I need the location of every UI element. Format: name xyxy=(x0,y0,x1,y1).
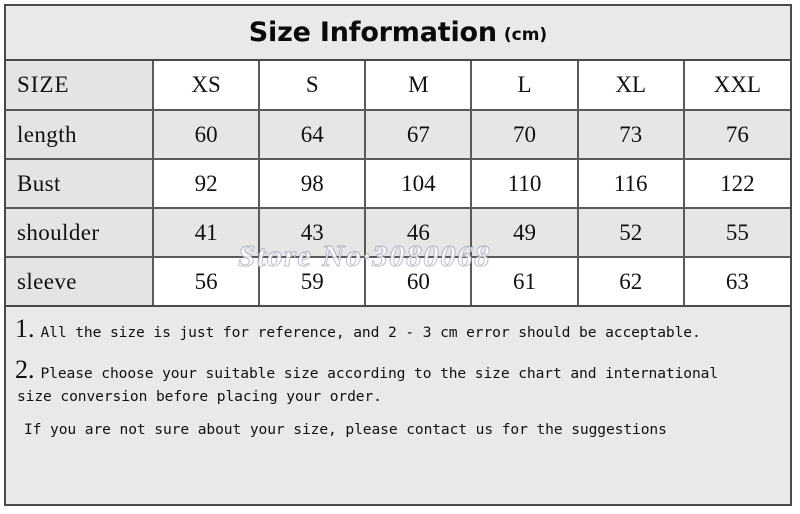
note-spacer xyxy=(15,345,781,357)
cell-length-s: 64 xyxy=(259,110,367,160)
note-spacer xyxy=(15,409,781,421)
size-information-table: SIZE XS S M L XL XXL length 60 64 67 70 … xyxy=(6,61,790,307)
header-cell-s: S xyxy=(259,61,367,111)
cell-sleeve-xs: 56 xyxy=(153,257,261,307)
cell-length-m: 67 xyxy=(365,110,473,160)
table-row: Bust 92 98 104 110 116 122 xyxy=(6,159,790,209)
cell-bust-xl: 116 xyxy=(577,159,685,209)
row-label-sleeve: sleeve xyxy=(6,257,154,307)
note-1-text: All the size is just for reference, and … xyxy=(40,324,701,341)
note-contact-text: If you are not sure about your size, ple… xyxy=(24,421,667,439)
row-label-length: length xyxy=(6,110,154,160)
note-item-2: 2. Please choose your suitable size acco… xyxy=(15,357,781,384)
cell-bust-xs: 92 xyxy=(153,159,261,209)
table-row: shoulder 41 43 46 49 52 55 xyxy=(6,208,790,258)
header-cell-xs: XS xyxy=(153,61,261,111)
table-row: sleeve 56 59 60 61 62 63 xyxy=(6,257,790,307)
table-header-row: SIZE XS S M L XL XXL xyxy=(6,61,790,111)
cell-length-xs: 60 xyxy=(153,110,261,160)
cell-sleeve-m: 60 xyxy=(365,257,473,307)
cell-shoulder-s: 43 xyxy=(259,208,367,258)
cell-sleeve-l: 61 xyxy=(471,257,579,307)
note-item-1: 1. All the size is just for reference, a… xyxy=(15,316,781,343)
chart-title-band: Size Information (cm) xyxy=(6,6,790,61)
row-label-bust: Bust xyxy=(6,159,154,209)
note-2-continuation: size conversion before placing your orde… xyxy=(17,388,382,406)
cell-length-xxl: 76 xyxy=(683,110,790,160)
cell-shoulder-xs: 41 xyxy=(153,208,261,258)
cell-sleeve-xxl: 63 xyxy=(683,257,790,307)
header-cell-xxl: XXL xyxy=(683,61,790,111)
size-chart-container: Size Information (cm) SIZE XS S M L XL X… xyxy=(4,4,792,506)
cell-length-xl: 73 xyxy=(577,110,685,160)
cell-sleeve-xl: 62 xyxy=(577,257,685,307)
cell-length-l: 70 xyxy=(471,110,579,160)
cell-bust-l: 110 xyxy=(471,159,579,209)
cell-shoulder-m: 46 xyxy=(365,208,473,258)
cell-sleeve-s: 59 xyxy=(259,257,367,307)
cell-shoulder-xl: 52 xyxy=(577,208,685,258)
title-unit-label: (cm) xyxy=(503,24,548,45)
header-cell-xl: XL xyxy=(577,61,685,111)
cell-bust-m: 104 xyxy=(365,159,473,209)
note-2-number: 2. xyxy=(15,355,35,385)
header-cell-size: SIZE xyxy=(6,61,154,111)
page-title: Size Information xyxy=(248,17,497,48)
table-row: length 60 64 67 70 73 76 xyxy=(6,110,790,160)
note-2-text: Please choose your suitable size accordi… xyxy=(40,365,719,383)
cell-shoulder-xxl: 55 xyxy=(683,208,790,258)
notes-section: 1. All the size is just for reference, a… xyxy=(6,307,790,500)
cell-bust-xxl: 122 xyxy=(683,159,790,209)
cell-bust-s: 98 xyxy=(259,159,367,209)
header-cell-l: L xyxy=(471,61,579,111)
note-1-number: 1. xyxy=(15,314,35,343)
cell-shoulder-l: 49 xyxy=(471,208,579,258)
header-cell-m: M xyxy=(365,61,473,111)
row-label-shoulder: shoulder xyxy=(6,208,154,258)
